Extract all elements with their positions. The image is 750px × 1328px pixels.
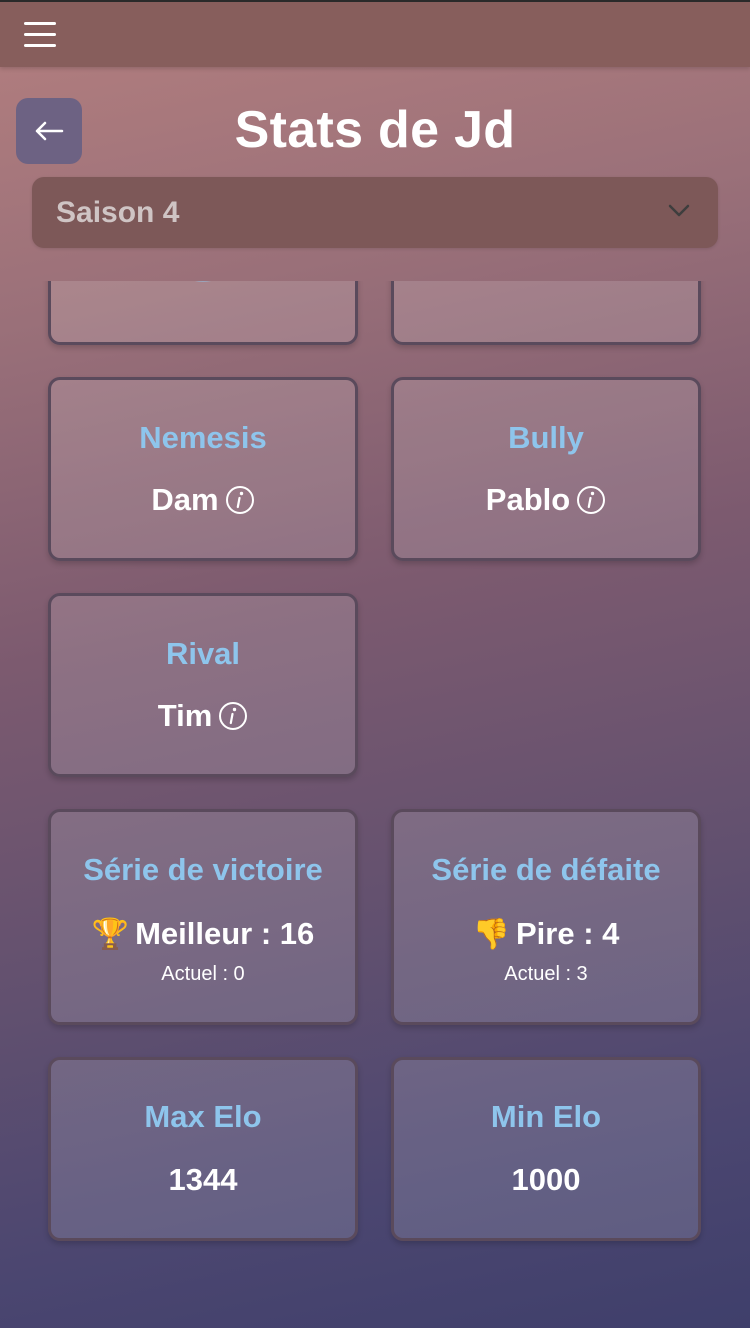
rival-value-row: Tim xyxy=(51,698,355,734)
season-select-value: Saison 4 xyxy=(56,195,180,229)
loss-streak-worst-row: 👎 Pire : 4 xyxy=(394,916,698,952)
rival-value: Tim xyxy=(157,698,213,733)
stat-card-min-elo: Min Elo 1000 xyxy=(391,1057,701,1241)
nemesis-value: Dam xyxy=(151,482,219,517)
hamburger-menu-icon[interactable] xyxy=(24,22,56,48)
loss-streak-current: Actuel : 3 xyxy=(504,963,588,985)
nemesis-value-row: Dam xyxy=(51,482,355,518)
top-bar xyxy=(0,0,750,67)
max-elo-title: Max Elo xyxy=(144,1099,262,1134)
nemesis-title: Nemesis xyxy=(139,420,267,455)
trophy-icon: 🏆 xyxy=(91,916,130,952)
page-title: Stats de Jd xyxy=(234,101,516,159)
bully-value-row: Pablo xyxy=(394,482,698,518)
win-streak-title: Série de victoire xyxy=(83,852,323,887)
thumbs-down-icon: 👎 xyxy=(472,916,510,952)
min-elo-title: Min Elo xyxy=(490,1099,602,1134)
info-icon[interactable] xyxy=(218,701,248,731)
loss-streak-title: Série de défaite xyxy=(431,852,661,887)
win-streak-best: Meilleur : 16 xyxy=(135,916,315,951)
stat-card-rival: Rival Tim xyxy=(48,593,358,777)
chevron-down-icon xyxy=(668,204,690,217)
stat-card-loss-streak: Série de défaite 👎 Pire : 4 Actuel : 3 xyxy=(391,809,701,1025)
stat-card-max-elo: Max Elo 1344 xyxy=(48,1057,358,1241)
season-select[interactable]: Saison 4 xyxy=(32,177,718,248)
stat-card-bully: Bully Pablo xyxy=(391,377,701,561)
win-streak-best-row: 🏆 Meilleur : 16 xyxy=(51,916,355,952)
stat-card-partial xyxy=(391,281,701,345)
loss-streak-worst: Pire : 4 xyxy=(515,916,620,951)
min-elo-value: 1000 xyxy=(511,1162,581,1197)
donut-chart xyxy=(195,281,211,282)
stats-scroll-area[interactable]: Nemesis Dam Bully Pablo Rival Tim Série … xyxy=(0,281,750,1328)
stat-card-winrate xyxy=(48,281,358,345)
stat-card-win-streak: Série de victoire 🏆 Meilleur : 16 Actuel… xyxy=(48,809,358,1025)
info-icon[interactable] xyxy=(576,485,606,515)
rival-title: Rival xyxy=(165,636,241,671)
max-elo-value: 1344 xyxy=(168,1162,238,1197)
win-streak-current: Actuel : 0 xyxy=(161,963,245,985)
bully-title: Bully xyxy=(508,420,584,455)
info-icon[interactable] xyxy=(225,485,255,515)
stat-card-nemesis: Nemesis Dam xyxy=(48,377,358,561)
bully-value: Pablo xyxy=(485,482,571,517)
